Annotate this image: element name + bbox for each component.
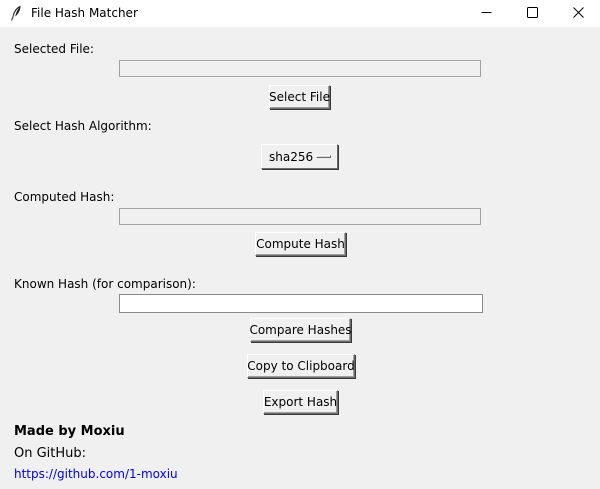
- known-hash-label: Known Hash (for comparison):: [14, 277, 196, 291]
- copy-to-clipboard-button[interactable]: Copy to Clipboard: [247, 354, 355, 378]
- compare-hashes-button[interactable]: Compare Hashes: [249, 318, 352, 342]
- maximize-icon: [526, 6, 538, 21]
- minimize-button[interactable]: [463, 0, 509, 27]
- export-hash-button[interactable]: Export Hash: [263, 390, 338, 414]
- title-bar[interactable]: File Hash Matcher: [0, 0, 600, 27]
- computed-hash-label: Computed Hash:: [14, 190, 115, 204]
- option-menu-indicator-icon: [316, 155, 331, 158]
- on-github-label: On GitHub:: [14, 446, 87, 461]
- hash-algorithm-value: sha256: [269, 150, 314, 164]
- selected-file-field[interactable]: [119, 60, 481, 77]
- compute-hash-button[interactable]: Compute Hash: [255, 232, 346, 256]
- feather-icon: [10, 5, 22, 21]
- close-icon: [572, 6, 584, 21]
- window-title: File Hash Matcher: [31, 6, 138, 20]
- selected-file-label: Selected File:: [14, 42, 94, 56]
- computed-hash-field[interactable]: [119, 208, 481, 225]
- close-button[interactable]: [555, 0, 600, 27]
- made-by-label: Made by Moxiu: [14, 424, 125, 439]
- maximize-button[interactable]: [509, 0, 555, 27]
- hash-algorithm-label: Select Hash Algorithm:: [14, 119, 152, 133]
- select-file-button[interactable]: Select File: [269, 85, 330, 109]
- known-hash-input[interactable]: [119, 294, 483, 313]
- hash-algorithm-select[interactable]: sha256: [261, 144, 338, 169]
- minimize-icon: [481, 7, 492, 21]
- github-link[interactable]: https://github.com/1-moxiu: [14, 467, 178, 481]
